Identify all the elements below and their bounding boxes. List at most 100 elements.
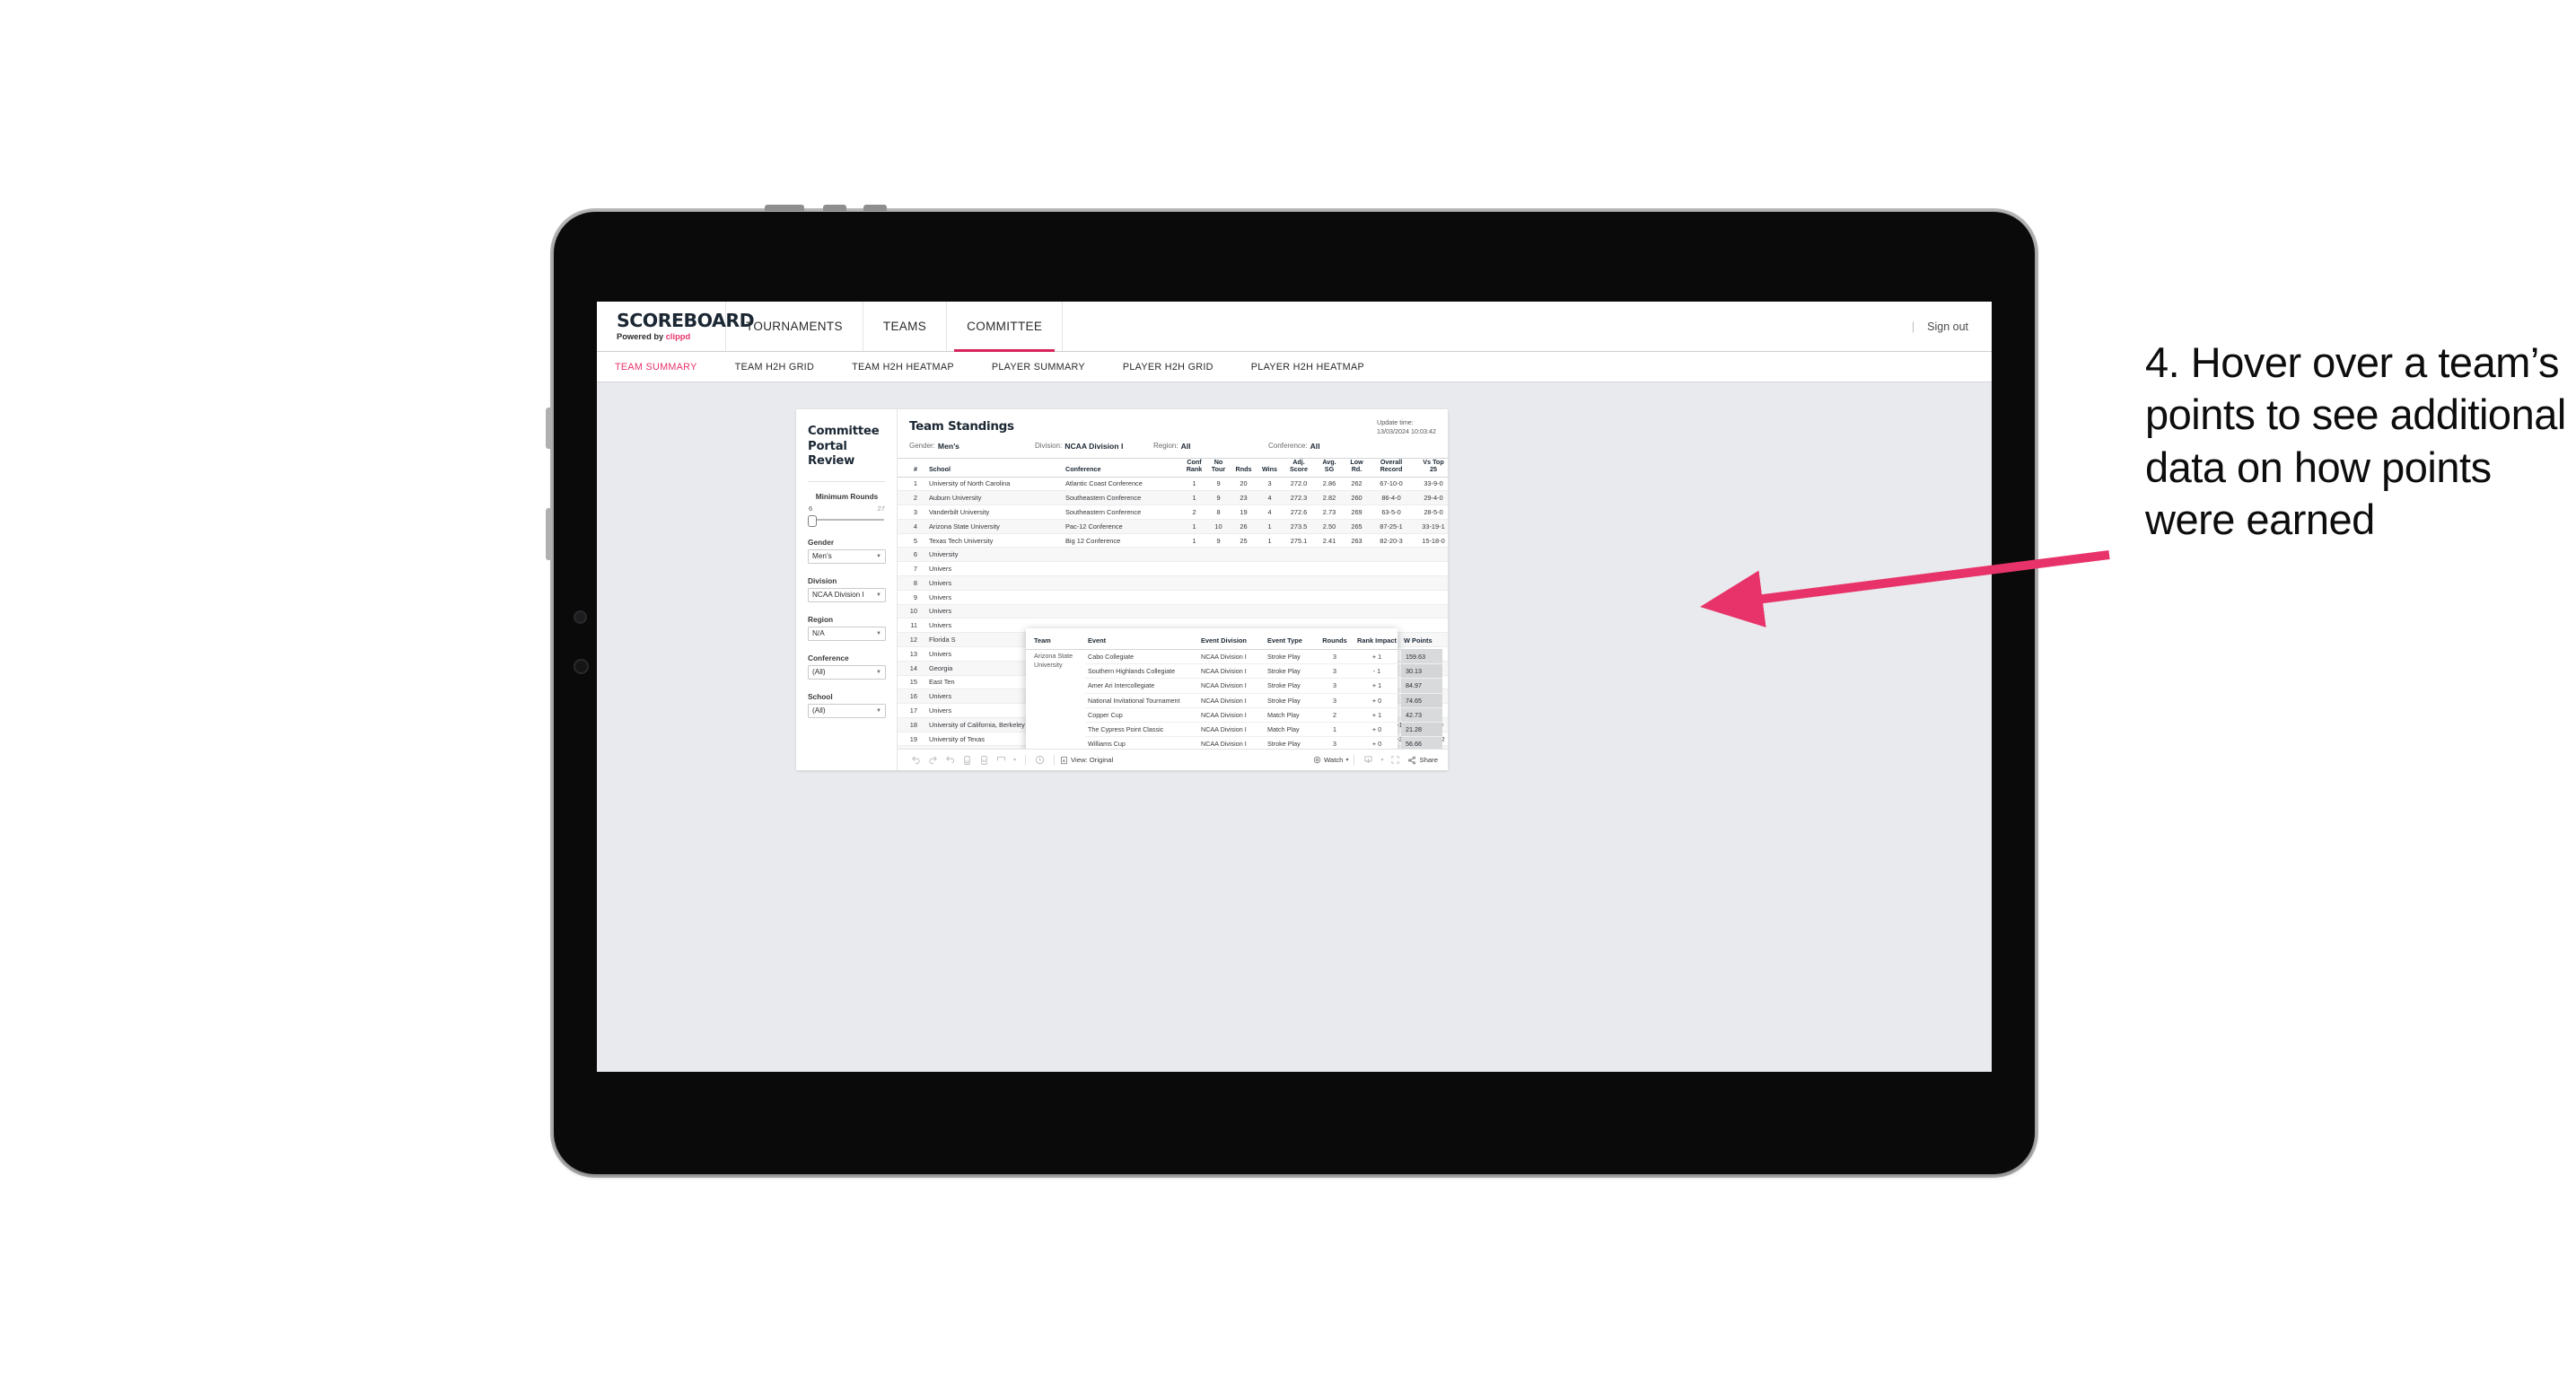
region-filter: Region N/A ▼ xyxy=(808,615,886,641)
minimum-rounds-slider[interactable] xyxy=(808,514,886,527)
view-original-button[interactable]: View: Original xyxy=(1060,756,1113,765)
col-header-overall-record[interactable]: Overall Record xyxy=(1370,458,1413,478)
slider-track[interactable] xyxy=(810,518,884,521)
cell-rnds: 19 xyxy=(1231,504,1257,520)
sub-tab-team-summary[interactable]: TEAM SUMMARY xyxy=(615,362,716,373)
revert-icon[interactable] xyxy=(942,753,959,768)
history-icon[interactable] xyxy=(1031,753,1048,768)
minimum-rounds-max: 27 xyxy=(877,504,885,513)
table-row[interactable]: 8 Univers xyxy=(898,575,1448,591)
col-header-school[interactable]: School xyxy=(922,458,1064,478)
cell-no-tour xyxy=(1206,575,1231,591)
table-row[interactable]: 4 Arizona State University Pac-12 Conferen… xyxy=(898,519,1448,534)
sub-tab-player-h2h-heatmap[interactable]: PLAYER H2H HEATMAP xyxy=(1232,362,1383,373)
cell-avg-sg: 2.82 xyxy=(1315,490,1344,506)
sub-tab-player-summary[interactable]: PLAYER SUMMARY xyxy=(973,362,1104,373)
standings-table-wrapper[interactable]: # School Conference Conf Rank No Tour Rnds… xyxy=(898,458,1448,749)
watch-caret: ▾ xyxy=(1345,758,1349,763)
watch-label: Watch xyxy=(1323,756,1344,764)
col-header-wins[interactable]: Wins xyxy=(1257,458,1283,478)
col-header-conf-rank[interactable]: Conf Rank xyxy=(1182,458,1206,478)
cell-vs-top-25 xyxy=(1413,561,1448,577)
pause-auto-update-icon[interactable] xyxy=(976,753,993,768)
sign-out-area[interactable]: | Sign out xyxy=(1912,302,1992,351)
tooltip-cell-event-division: NCAA Division I xyxy=(1198,663,1265,680)
cell-conference: Atlantic Coast Conference xyxy=(1064,477,1182,492)
cell-conference: Southeastern Conference xyxy=(1064,490,1182,506)
tooltip-col-event-division: Event Division xyxy=(1198,634,1265,650)
col-header-low-rd[interactable]: Low Rd. xyxy=(1344,458,1370,478)
col-header-rnds[interactable]: Rnds xyxy=(1231,458,1257,478)
fullscreen-icon[interactable] xyxy=(1387,753,1404,768)
col-header-vs-top-25[interactable]: Vs Top 25 xyxy=(1413,458,1448,478)
cell-rank: 11 xyxy=(898,618,922,634)
download-icon[interactable] xyxy=(1360,753,1377,768)
school-select[interactable]: (All) ▼ xyxy=(808,703,886,718)
gender-filter: Gender Men’s ▼ xyxy=(808,538,886,564)
nav-tab-committee[interactable]: COMMITTEE xyxy=(947,302,1064,352)
sub-tab-team-h2h-heatmap[interactable]: TEAM H2H HEATMAP xyxy=(833,362,973,373)
nav-tab-teams[interactable]: TEAMS xyxy=(863,302,948,351)
table-row[interactable]: 6 University xyxy=(898,547,1448,563)
refresh-data-icon[interactable] xyxy=(959,753,976,768)
toolbar-divider-2 xyxy=(1054,755,1055,765)
cell-avg-sg xyxy=(1315,547,1344,563)
criteria-row: Gender: Men’s Division: NCAA Division I … xyxy=(909,442,1436,451)
cell-conf-rank: 1 xyxy=(1182,490,1206,506)
col-header-conference[interactable]: Conference xyxy=(1064,458,1182,478)
download-dropdown-icon[interactable]: ▾ xyxy=(1377,753,1387,768)
cell-rank: 3 xyxy=(898,504,922,520)
cell-conf-rank xyxy=(1182,575,1206,591)
table-row[interactable]: 5 Texas Tech University Big 12 Conference 1… xyxy=(898,533,1448,548)
cell-no-tour xyxy=(1206,547,1231,563)
conference-select[interactable]: (All) ▼ xyxy=(808,664,886,680)
cell-adj-score xyxy=(1283,604,1315,619)
gender-select[interactable]: Men’s ▼ xyxy=(808,548,886,564)
nav-tab-tournaments[interactable]: TOURNAMENTS xyxy=(726,302,863,351)
division-select[interactable]: NCAA Division I ▼ xyxy=(808,587,886,602)
table-row[interactable]: 1 University of North Carolina Atlantic Co… xyxy=(898,477,1448,492)
brand-subtitle: Powered by clippd xyxy=(617,332,725,341)
cell-vs-top-25: 15-18-0 xyxy=(1413,533,1448,548)
tooltip-cell-rounds: 3 xyxy=(1317,649,1353,665)
cell-conference: Big 12 Conference xyxy=(1064,533,1182,548)
col-header-adj-score[interactable]: Adj. Score xyxy=(1283,458,1315,478)
undo-icon[interactable] xyxy=(907,753,924,768)
cell-wins: 4 xyxy=(1257,504,1283,520)
cell-overall-record xyxy=(1370,590,1413,605)
pan-dropdown-icon[interactable]: ▾ xyxy=(1010,753,1020,768)
col-header-avg-sg[interactable]: Avg. SG xyxy=(1315,458,1344,478)
criteria-region-value: All xyxy=(1180,442,1191,451)
sign-out-link[interactable]: Sign out xyxy=(1927,320,1968,333)
col-header-no-tour[interactable]: No Tour xyxy=(1206,458,1231,478)
sub-tab-team-h2h-grid[interactable]: TEAM H2H GRID xyxy=(716,362,833,373)
table-row[interactable]: 2 Auburn University Southeastern Conferenc… xyxy=(898,490,1448,506)
tooltip-cell-w-points: 30.13 xyxy=(1401,663,1442,680)
tooltip-col-rank-impact: Rank Impact xyxy=(1353,634,1401,650)
tablet-top-button-2 xyxy=(823,205,846,211)
table-row[interactable]: 10 Univers xyxy=(898,604,1448,619)
cell-conference xyxy=(1064,590,1182,605)
tooltip-row: Williams Cup NCAA Division I Stroke Play 3 +… xyxy=(1026,736,1442,749)
cell-low-rd: 269 xyxy=(1344,504,1370,520)
table-row[interactable]: 7 Univers xyxy=(898,561,1448,577)
tooltip-cell-event-type: Match Play xyxy=(1265,722,1317,738)
col-header-rank[interactable]: # xyxy=(898,458,922,478)
watch-button[interactable]: Watch ▾ xyxy=(1313,756,1349,764)
cell-no-tour xyxy=(1206,604,1231,619)
cell-wins xyxy=(1257,604,1283,619)
tooltip-row: Southern Highlands Collegiate NCAA Divisi… xyxy=(1026,663,1442,680)
share-button[interactable]: Share xyxy=(1407,756,1438,765)
brand-logo[interactable]: SCOREBOARD Powered by clippd xyxy=(597,302,755,351)
school-filter-label: School xyxy=(808,691,833,701)
redo-icon[interactable] xyxy=(924,753,942,768)
table-row[interactable]: 3 Vanderbilt University Southeastern Confe… xyxy=(898,504,1448,520)
cell-rank: 6 xyxy=(898,547,922,563)
cell-avg-sg: 2.73 xyxy=(1315,504,1344,520)
nav-tab-teams-label: TEAMS xyxy=(882,320,927,333)
pan-icon[interactable] xyxy=(993,753,1010,768)
table-row[interactable]: 9 Univers xyxy=(898,590,1448,605)
sub-tab-player-h2h-grid[interactable]: PLAYER H2H GRID xyxy=(1104,362,1232,373)
slider-knob[interactable] xyxy=(808,514,817,527)
region-select[interactable]: N/A ▼ xyxy=(808,626,886,641)
